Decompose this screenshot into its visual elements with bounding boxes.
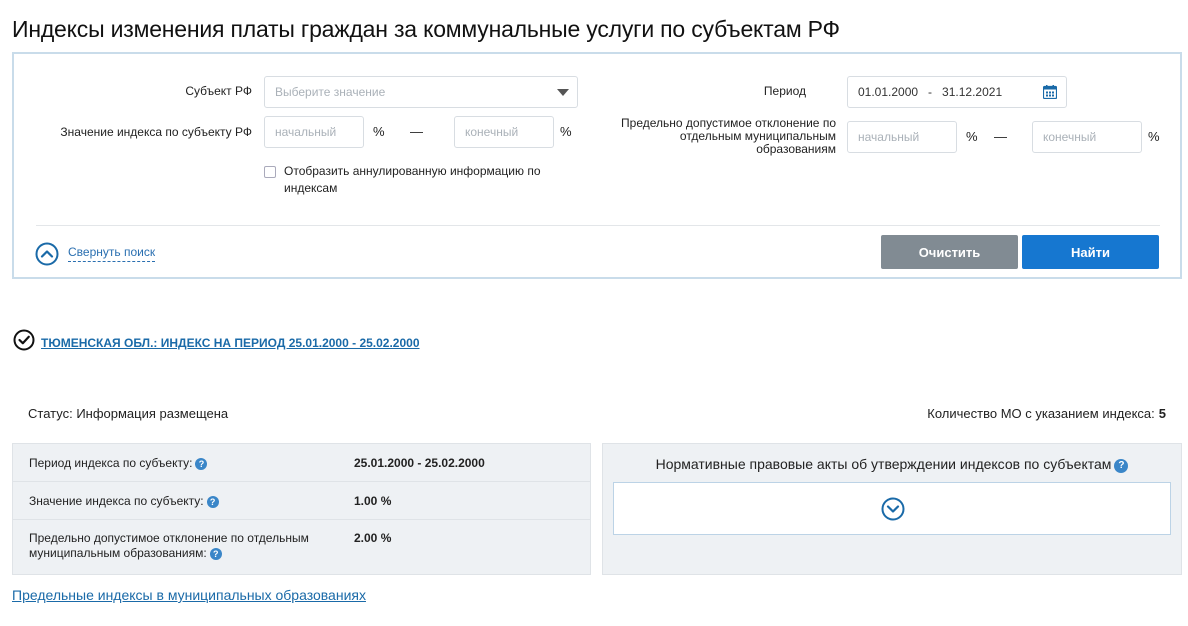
index-label: Значение индекса по субъекту РФ [60,125,252,139]
info-key: Значение индекса по субъекту:? [29,494,319,509]
panel-divider [36,225,1160,226]
deviation-from-placeholder: начальный [858,130,920,144]
index-to-percent: % [560,124,572,139]
find-button[interactable]: Найти [1022,235,1159,269]
page-title: Индексы изменения платы граждан за комму… [12,16,840,42]
info-value: 2.00 % [354,531,392,545]
index-from-input[interactable]: начальный [264,116,364,148]
subject-label: Субъект РФ [185,84,252,98]
municipal-indexes-link[interactable]: Предельные индексы в муниципальных образ… [12,587,366,603]
deviation-to-percent: % [1148,129,1160,144]
calendar-icon[interactable] [1043,85,1057,99]
subject-select[interactable]: Выберите значение [264,76,578,108]
mo-count-label: Количество МО с указанием индекса: [927,406,1155,421]
deviation-from-percent: % [966,129,978,144]
table-row: Предельно допустимое отклонение по отдел… [13,520,590,574]
mo-count: Количество МО с указанием индекса: 5 [927,406,1166,421]
index-to-input[interactable]: конечный [454,116,554,148]
result-title-link[interactable]: ТЮМЕНСКАЯ ОБЛ.: ИНДЕКС НА ПЕРИОД 25.01.2… [41,336,420,350]
legal-acts-box[interactable] [613,482,1171,535]
chevron-down-icon [557,89,569,96]
question-icon[interactable]: ? [1114,459,1129,473]
question-icon[interactable]: ? [206,496,219,508]
question-icon[interactable]: ? [209,548,222,560]
info-key: Предельно допустимое отклонение по отдел… [29,531,309,560]
deviation-from-input[interactable]: начальный [847,121,957,153]
annulled-label: Отобразить аннулированную информацию по … [284,164,541,195]
check-circle-icon [13,329,35,351]
index-from-percent: % [373,124,385,139]
collapse-search-link[interactable]: Свернуть поиск [68,245,156,262]
deviation-label: Предельно допустимое отклонение по отдел… [621,116,836,156]
legal-acts-panel: Нормативные правовые акты об утверждении… [602,443,1182,575]
info-key: Период индекса по субъекту:? [29,456,319,471]
table-row: Период индекса по субъекту:? 25.01.2000 … [13,444,590,482]
chevron-down-circle-icon[interactable] [881,497,905,521]
deviation-to-placeholder: конечный [1043,130,1097,144]
index-to-placeholder: конечный [465,125,519,139]
clear-button[interactable]: Очистить [881,235,1018,269]
deviation-dash: — [994,129,1007,144]
period-label: Период [763,84,806,98]
mo-count-value: 5 [1158,406,1166,421]
legal-acts-title: Нормативные правовые акты об утверждении… [603,456,1181,473]
annulled-checkbox[interactable] [264,166,276,178]
subject-placeholder: Выберите значение [275,85,386,99]
chevron-up-circle-icon[interactable] [35,242,59,266]
status-text: Статус: Информация размещена [28,406,229,421]
index-from-placeholder: начальный [275,125,337,139]
index-info-table: Период индекса по субъекту:? 25.01.2000 … [12,443,591,575]
deviation-to-input[interactable]: конечный [1032,121,1142,153]
info-value: 1.00 % [354,494,392,508]
info-value: 25.01.2000 - 25.02.2000 [354,456,485,470]
table-row: Значение индекса по субъекту:? 1.00 % [13,482,590,520]
index-dash: — [410,124,423,139]
period-input[interactable]: 01.01.2000 - 31.12.2021 [847,76,1067,108]
search-panel: Субъект РФ Выберите значение Значение ин… [12,52,1182,279]
period-value: 01.01.2000 - 31.12.2021 [858,85,1003,99]
question-icon[interactable]: ? [195,458,208,470]
